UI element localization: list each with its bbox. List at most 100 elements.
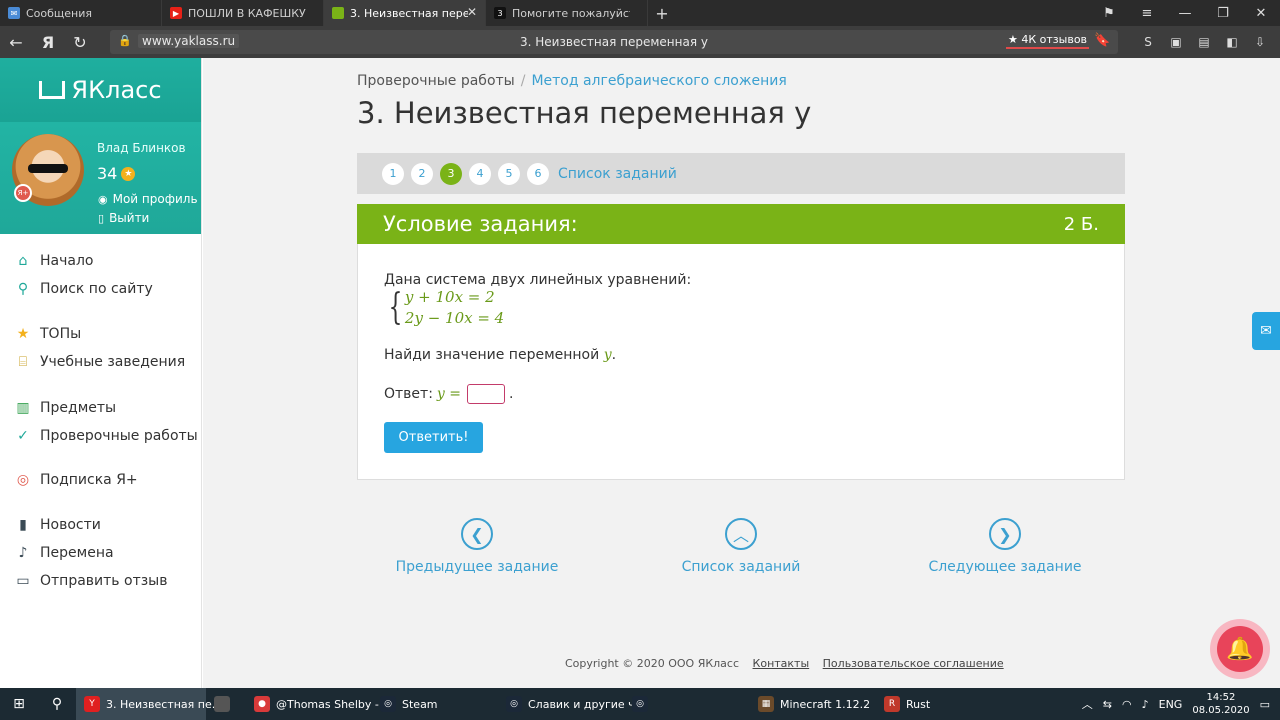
profile-panel: Я+ Влад Блинков 34 ★ ◉ Мой профиль ▯ Вый… (0, 122, 201, 234)
sidebar-item-subscription[interactable]: ◎ Подписка Я+ (0, 466, 202, 494)
sidebar-item-subjects[interactable]: ▥ Предметы (0, 394, 202, 422)
search-icon[interactable]: ⚲ (38, 688, 76, 720)
page-button-2[interactable]: 2 (411, 162, 433, 185)
close-tab-icon[interactable]: ✕ (467, 5, 477, 19)
back-icon[interactable]: ← (0, 26, 32, 58)
maximize-icon[interactable]: ❐ (1204, 0, 1242, 26)
language-indicator[interactable]: ENG (1159, 698, 1183, 711)
question-prompt-text: Найди значение переменной (384, 347, 600, 363)
user-circle-icon: ◉ (98, 192, 108, 206)
taskbar-item[interactable] (206, 688, 246, 720)
task-list-nav-link[interactable]: ︿ Список заданий (641, 518, 841, 575)
taskbar-item[interactable]: Y 3. Неизвестная пе... (76, 688, 222, 720)
equations: y + 10x = 2 2y − 10x = 4 (405, 287, 504, 329)
answer-field-2[interactable] (486, 385, 505, 403)
clock-date: 08.05.2020 (1192, 705, 1250, 716)
breadcrumb-link[interactable]: Метод алгебраического сложения (531, 73, 786, 89)
contacts-link[interactable]: Контакты (753, 657, 810, 670)
taskbar-item[interactable]: ◎ Славик и другие ч... (498, 688, 645, 720)
sidebar-item-news[interactable]: ▮ Новости (0, 511, 202, 539)
close-window-icon[interactable]: ✕ (1242, 0, 1280, 26)
sidebar-item-label: Проверочные работы (40, 428, 198, 444)
skype-icon[interactable]: S (1138, 33, 1158, 51)
app-icon (214, 696, 230, 712)
check-icon: ✓ (17, 428, 29, 444)
reload-icon[interactable]: ↻ (64, 26, 96, 58)
sidebar-item-schools[interactable]: ⌸ Учебные заведения (0, 348, 202, 376)
prev-task-link[interactable]: ❮ Предыдущее задание (377, 518, 577, 575)
breadcrumb-separator: / (520, 73, 526, 89)
rust-icon: R (884, 696, 900, 712)
browser-tab[interactable]: 3 Помогите пожалуйста! - Ш (486, 0, 648, 26)
collections-icon[interactable]: ▤ (1194, 33, 1214, 51)
page-button-5[interactable]: 5 (498, 162, 520, 185)
url-box[interactable]: 🔒 www.yaklass.ru 3. Неизвестная переменн… (110, 30, 1118, 54)
logout-link[interactable]: ▯ Выйти (98, 211, 149, 225)
sidebar-item-home[interactable]: ⌂ Начало (0, 247, 202, 275)
taskbar-item[interactable]: ● @Thomas Shelby - ... (246, 688, 393, 720)
clock[interactable]: 14:52 08.05.2020 (1192, 691, 1249, 717)
yandex-browser-icon: Y (84, 696, 100, 712)
os-taskbar: ⊞ ⚲ Y 3. Неизвестная пе... ● @Thomas Shelb… (0, 688, 1280, 720)
adblock-icon[interactable]: ▣ (1166, 33, 1186, 51)
answer-input[interactable] (467, 384, 506, 404)
submit-button[interactable]: Ответить! (384, 422, 483, 453)
extension-icon[interactable]: ◧ (1222, 33, 1242, 51)
sidebar-item-search[interactable]: ⚲ Поиск по сайту (0, 275, 202, 303)
page-button-6[interactable]: 6 (527, 162, 549, 185)
task-list-label: Список заданий (681, 559, 801, 575)
sidebar-item-label: Поиск по сайту (40, 281, 153, 297)
taskbar-item-label: Steam (402, 697, 438, 711)
tab-label: ПОШЛИ В КАФЕШКУ | ИВА (188, 6, 306, 20)
bell-icon: 🔔 (1217, 626, 1263, 672)
notifications-icon[interactable]: ▭ (1260, 698, 1270, 711)
menu-group-4: ◎ Подписка Я+ (0, 466, 202, 494)
sidebar-item-tests[interactable]: ✓ Проверочные работы (0, 422, 202, 450)
download-icon[interactable]: ⇩ (1250, 33, 1270, 51)
page-button-4[interactable]: 4 (469, 162, 491, 185)
new-tab-button[interactable]: + (648, 0, 676, 26)
volume-icon[interactable]: ♪ (1142, 698, 1149, 711)
bookmark-manager-icon[interactable]: ⚑ (1090, 0, 1128, 26)
page-button-1[interactable]: 1 (382, 162, 404, 185)
browser-tab-active[interactable]: 3. Неизвестная переме ✕ (324, 0, 486, 26)
logo-book-icon (39, 81, 66, 99)
sidebar-item-feedback[interactable]: ▭ Отправить отзыв (0, 567, 202, 595)
network-icon[interactable]: ⇆ (1103, 698, 1112, 711)
answer-field[interactable] (468, 385, 487, 403)
task-list-link[interactable]: Список заданий (558, 166, 677, 182)
bookmark-icon[interactable]: 🔖 (1094, 33, 1110, 48)
bell-icon: ♪ (18, 545, 28, 561)
mail-icon[interactable]: ✉ (1252, 312, 1280, 350)
agreement-link[interactable]: Пользовательское соглашение (823, 657, 1004, 670)
profile-link[interactable]: ◉ Мой профиль (98, 192, 198, 206)
windows-start-icon[interactable]: ⊞ (0, 688, 38, 720)
minimize-icon[interactable]: — (1166, 0, 1204, 26)
taskbar-item[interactable]: ◎ Steam (372, 688, 498, 720)
wifi-icon[interactable]: ◠ (1122, 698, 1132, 711)
sidebar-item-break[interactable]: ♪ Перемена (0, 539, 202, 567)
school-icon: ⌸ (18, 354, 28, 370)
steam-icon: ◎ (632, 696, 648, 712)
notification-button[interactable]: 🔔 (1210, 619, 1270, 679)
task-header: Условие задания: 2 Б. (357, 204, 1125, 244)
taskbar-item[interactable]: ◎ (624, 688, 750, 720)
next-task-link[interactable]: ❯ Следующее задание (905, 518, 1105, 575)
browser-tab[interactable]: ✉ Сообщения (0, 0, 162, 26)
chevron-up-icon: ︿ (725, 518, 757, 550)
search-icon: ⚲ (17, 281, 29, 297)
answer-end: . (509, 386, 514, 402)
taskbar-item[interactable]: ▦ Minecraft 1.12.2 (750, 688, 876, 720)
sidebar-item-tops[interactable]: ★ ТОПы (0, 320, 202, 348)
tray-chevron-icon[interactable]: ︿ (1082, 696, 1093, 712)
logo[interactable]: ЯКласс (0, 58, 201, 122)
page-button-3-current[interactable]: 3 (440, 162, 462, 185)
avatar-glasses (28, 164, 68, 173)
yaplus-badge: Я+ (14, 184, 32, 202)
menu-icon[interactable]: ≡ (1128, 0, 1166, 26)
breadcrumb-root[interactable]: Проверочные работы (357, 73, 515, 89)
taskbar-item[interactable]: R Rust (876, 688, 1002, 720)
reviews-badge[interactable]: ★ 4К отзывов (1006, 32, 1090, 49)
browser-tab[interactable]: ▶ ПОШЛИ В КАФЕШКУ | ИВА (162, 0, 324, 26)
yandex-icon[interactable]: Я (32, 26, 64, 58)
